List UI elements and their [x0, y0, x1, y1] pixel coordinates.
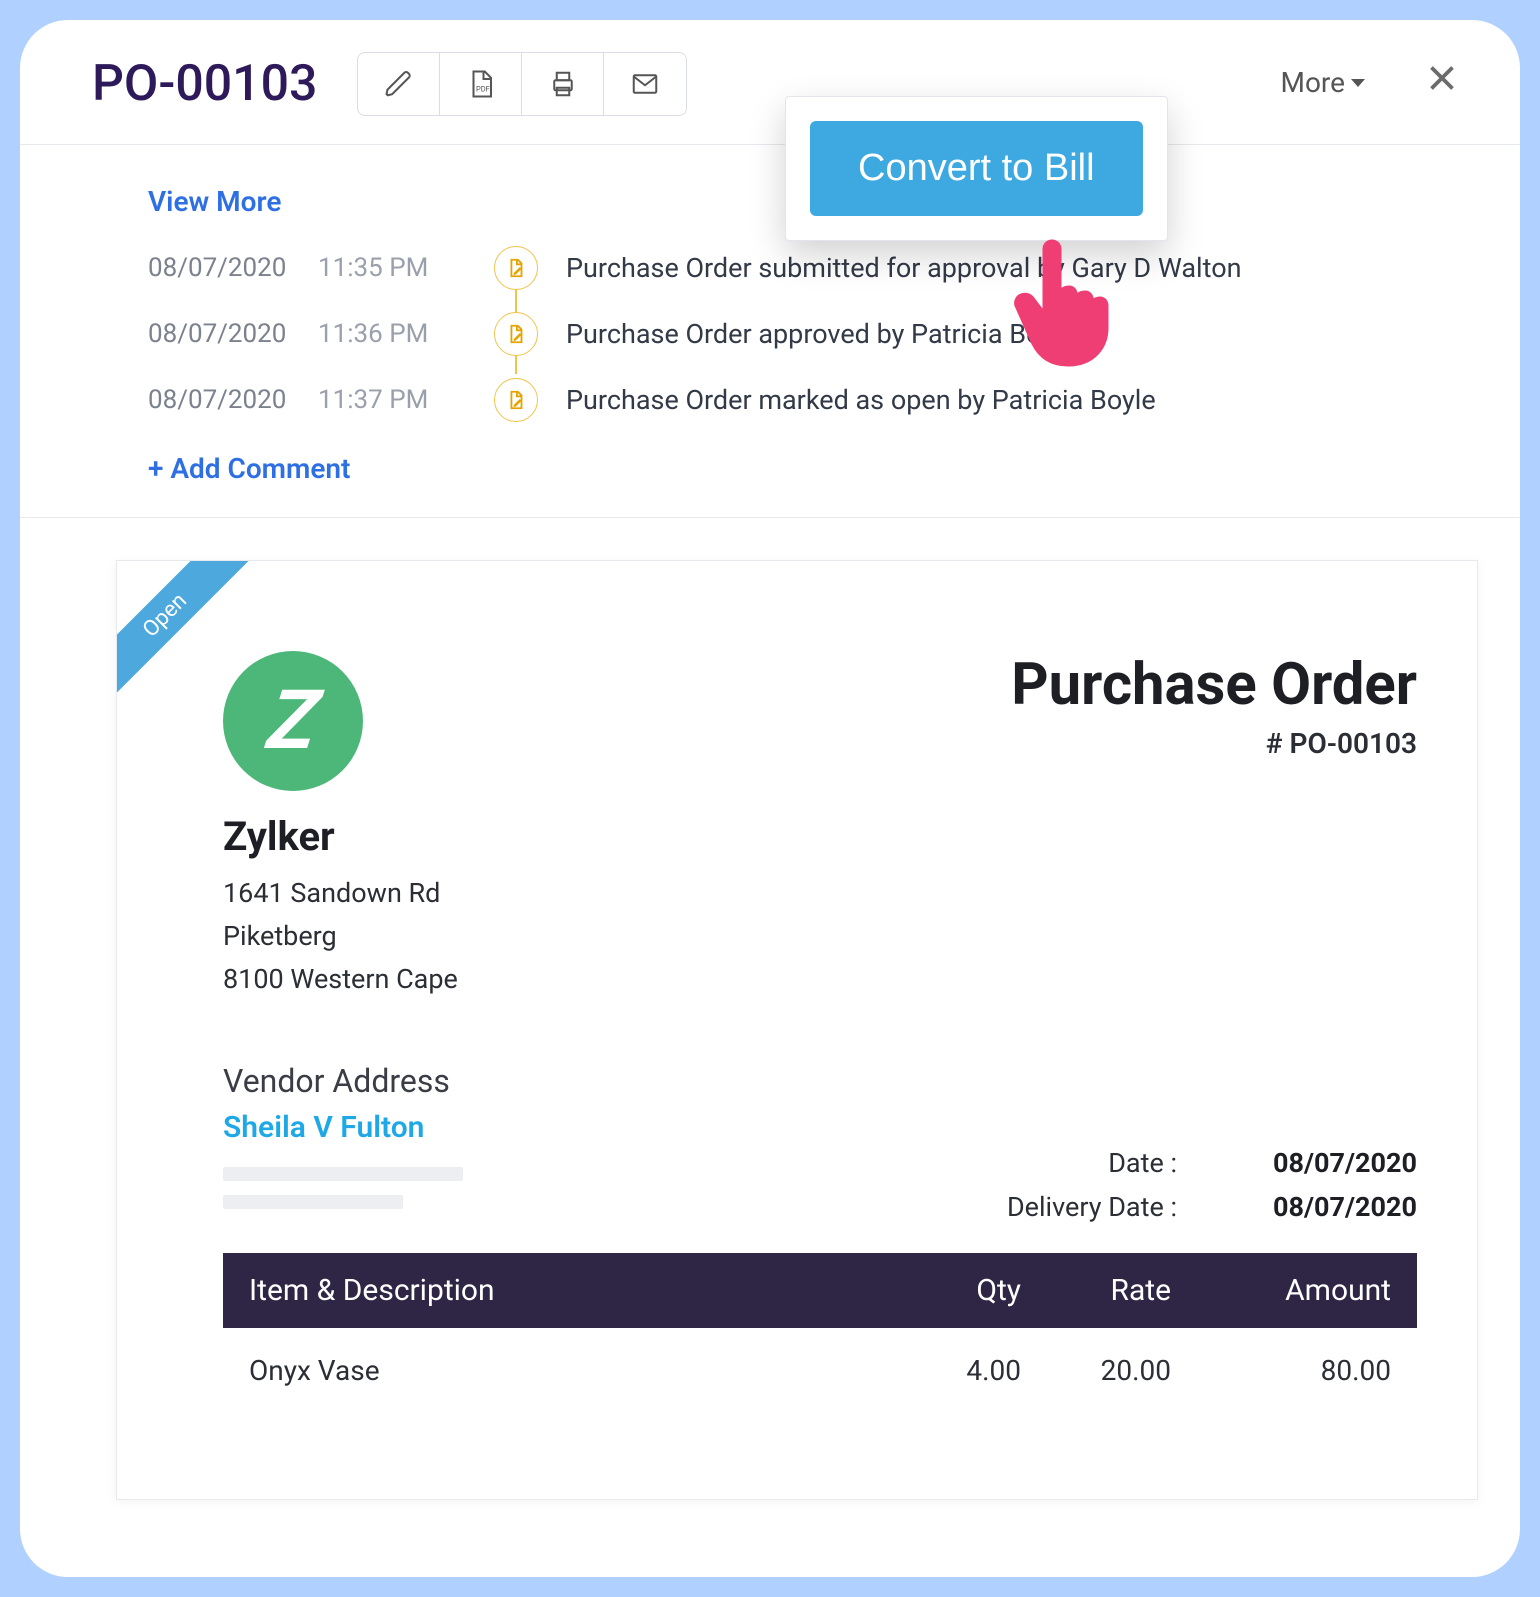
pdf-icon: PDF [466, 69, 496, 99]
th-qty: Qty [901, 1273, 1021, 1308]
close-icon [1424, 60, 1460, 96]
convert-popover: Convert to Bill [785, 96, 1168, 241]
delivery-date-value: 08/07/2020 [1217, 1191, 1417, 1223]
convert-to-bill-button[interactable]: Convert to Bill [810, 121, 1143, 216]
td-item-description: Onyx Vase [249, 1354, 901, 1387]
table-row: Onyx Vase 4.00 20.00 80.00 [223, 1328, 1417, 1413]
more-label: More [1281, 66, 1346, 99]
log-message: Purchase Order marked as open by Patrici… [566, 384, 1156, 416]
th-rate: Rate [1021, 1273, 1171, 1308]
chevron-down-icon [1351, 79, 1365, 87]
th-item-description: Item & Description [249, 1273, 901, 1308]
log-date: 08/07/2020 [148, 319, 318, 349]
pencil-icon [384, 69, 414, 99]
td-amount: 80.00 [1171, 1354, 1391, 1387]
log-row: 08/07/2020 11:37 PM Purchase Order marke… [148, 378, 1448, 422]
document-number: # PO-00103 [1011, 727, 1417, 760]
log-date: 08/07/2020 [148, 253, 318, 283]
more-button[interactable]: More [1281, 66, 1366, 99]
document-wrap: Open Z Zylker 1641 Sandown Rd Piketberg … [20, 517, 1520, 1500]
header: PO-00103 PDF More [20, 20, 1520, 145]
address-line: 1641 Sandown Rd [223, 872, 458, 915]
pdf-button[interactable]: PDF [440, 53, 522, 115]
logo-letter: Z [262, 673, 324, 769]
email-button[interactable] [604, 53, 686, 115]
activity-section: View More 08/07/2020 11:35 PM Purchase O… [20, 145, 1520, 517]
mail-icon [630, 69, 660, 99]
log-time: 11:35 PM [318, 253, 488, 283]
print-icon [548, 69, 578, 99]
toolbar: PDF [357, 52, 687, 116]
edit-doc-icon [494, 378, 538, 422]
company-logo: Z [223, 651, 363, 791]
company-name: Zylker [223, 813, 458, 860]
items-table: Item & Description Qty Rate Amount Onyx … [223, 1253, 1417, 1413]
address-line: 8100 Western Cape [223, 958, 458, 1001]
log-time: 11:37 PM [318, 385, 488, 415]
delivery-date-label: Delivery Date : [937, 1191, 1177, 1223]
company-block: Z Zylker 1641 Sandown Rd Piketberg 8100 … [223, 651, 458, 1002]
activity-log: 08/07/2020 11:35 PM Purchase Order submi… [148, 246, 1448, 422]
edit-button[interactable] [358, 53, 440, 115]
date-value: 08/07/2020 [1217, 1147, 1417, 1179]
log-message: Purchase Order submitted for approval by… [566, 252, 1242, 284]
td-qty: 4.00 [901, 1354, 1021, 1387]
log-message: Purchase Order approved by Patricia Boyl… [566, 318, 1075, 350]
vendor-heading: Vendor Address [223, 1062, 1417, 1100]
edit-doc-icon [494, 312, 538, 356]
view-more-link[interactable]: View More [148, 185, 281, 218]
log-date: 08/07/2020 [148, 385, 318, 415]
close-button[interactable] [1424, 60, 1460, 100]
doc-title-block: Purchase Order # PO-00103 [1011, 651, 1417, 1002]
document-type-title: Purchase Order [1011, 651, 1417, 719]
table-header: Item & Description Qty Rate Amount [223, 1253, 1417, 1328]
log-row: 08/07/2020 11:36 PM Purchase Order appro… [148, 312, 1448, 356]
th-amount: Amount [1171, 1273, 1391, 1308]
dates-block: Date : 08/07/2020 Delivery Date : 08/07/… [117, 1147, 1477, 1223]
print-button[interactable] [522, 53, 604, 115]
log-row: 08/07/2020 11:35 PM Purchase Order submi… [148, 246, 1448, 290]
vendor-name-link[interactable]: Sheila V Fulton [223, 1110, 1417, 1145]
add-comment-link[interactable]: + Add Comment [148, 452, 350, 485]
date-label: Date : [937, 1147, 1177, 1179]
td-rate: 20.00 [1021, 1354, 1171, 1387]
svg-text:PDF: PDF [476, 85, 490, 94]
page-title: PO-00103 [92, 55, 317, 113]
log-time: 11:36 PM [318, 319, 488, 349]
edit-doc-icon [494, 246, 538, 290]
address-line: Piketberg [223, 915, 458, 958]
purchase-order-document: Open Z Zylker 1641 Sandown Rd Piketberg … [116, 560, 1478, 1500]
